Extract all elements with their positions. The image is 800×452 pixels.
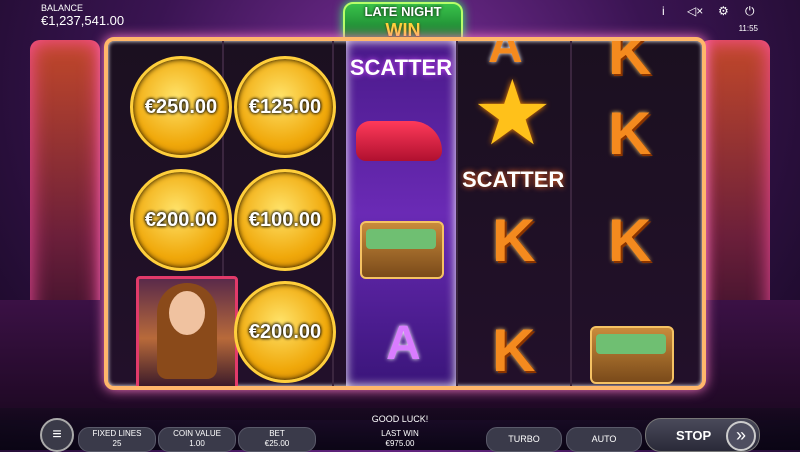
top-bar: BALANCE €1,237,541.00 LATE NIGHT WIN i ◁… — [0, 0, 800, 46]
power-icon[interactable]: ⏻ — [745, 4, 755, 19]
auto-label: AUTO — [591, 434, 617, 444]
coin-chip: €125.00 — [234, 56, 336, 158]
info-icon[interactable]: i — [662, 4, 665, 18]
scatter-title: SCATTER — [349, 55, 453, 80]
letter-k-symbol: K — [608, 207, 652, 274]
reel-frame: €250.00 €200.00 €125.00 €100.00 €200.00 … — [104, 37, 706, 390]
chip-value: €200.00 — [144, 208, 218, 231]
last-win-display: LAST WIN €975.00 — [360, 429, 440, 449]
reel-2: €125.00 €100.00 €200.00 — [222, 41, 336, 386]
coin-value-selector[interactable]: COIN VALUE 1.00 — [158, 427, 236, 452]
balance-label: BALANCE — [41, 3, 84, 13]
money-stack — [596, 334, 666, 354]
last-win-label: LAST WIN — [381, 429, 419, 438]
last-win-value: €975.00 — [385, 439, 415, 448]
head-shape — [169, 291, 205, 335]
logo-line1: LATE NIGHT — [364, 4, 442, 19]
money-stack — [366, 229, 436, 249]
fixed-lines-value: 25 — [112, 439, 122, 448]
coin-value-value: 1.00 — [189, 439, 205, 448]
coin-chip: €200.00 — [130, 169, 232, 271]
chip-value: €100.00 — [248, 208, 322, 231]
sound-icon[interactable]: ◁× — [687, 4, 703, 18]
letter-k-symbol: K — [608, 37, 652, 87]
clock: 11:55 — [738, 24, 758, 33]
star-scatter-icon: ★ — [472, 64, 553, 164]
stop-label: STOP — [676, 428, 712, 443]
chip-value: €125.00 — [248, 95, 322, 118]
reel-3: SCATTER A — [346, 41, 458, 386]
bet-label: BET — [269, 429, 285, 438]
letter-k-symbol: K — [492, 317, 536, 384]
fixed-lines-label: FIXED LINES — [92, 429, 142, 438]
reel-1: €250.00 €200.00 — [112, 41, 238, 386]
coin-chip: €200.00 — [234, 281, 336, 383]
reel-4: A ★ SCATTER K K — [460, 41, 572, 386]
fixed-lines-display: FIXED LINES 25 — [78, 427, 156, 452]
chip-value: €200.00 — [248, 320, 322, 343]
balance-value: €1,237,541.00 — [41, 13, 125, 28]
settings-icon[interactable]: ⚙ — [718, 4, 729, 18]
coin-value-label: COIN VALUE — [173, 429, 221, 438]
turbo-label: TURBO — [508, 434, 540, 444]
menu-button[interactable]: ≡ — [40, 418, 74, 452]
stop-button[interactable]: STOP » — [645, 418, 760, 452]
auto-button[interactable]: AUTO — [566, 427, 642, 452]
turbo-button[interactable]: TURBO — [486, 427, 562, 452]
coin-chip: €100.00 — [234, 169, 336, 271]
letter-a-symbol: A — [386, 317, 421, 370]
money-chest-symbol — [360, 221, 444, 279]
car-symbol — [356, 121, 442, 161]
coin-chip: €250.00 — [130, 56, 232, 158]
money-chest-symbol — [590, 326, 674, 384]
double-chevron-icon: » — [726, 421, 756, 451]
hamburger-icon: ≡ — [52, 426, 62, 443]
letter-k-symbol: K — [608, 100, 652, 167]
letter-k-symbol: K — [492, 207, 536, 274]
bet-selector[interactable]: BET €25.00 — [238, 427, 316, 452]
bet-value: €25.00 — [264, 439, 290, 448]
reel-5: K K K — [574, 41, 684, 386]
chip-value: €250.00 — [144, 95, 218, 118]
scatter-label: SCATTER — [462, 167, 565, 192]
